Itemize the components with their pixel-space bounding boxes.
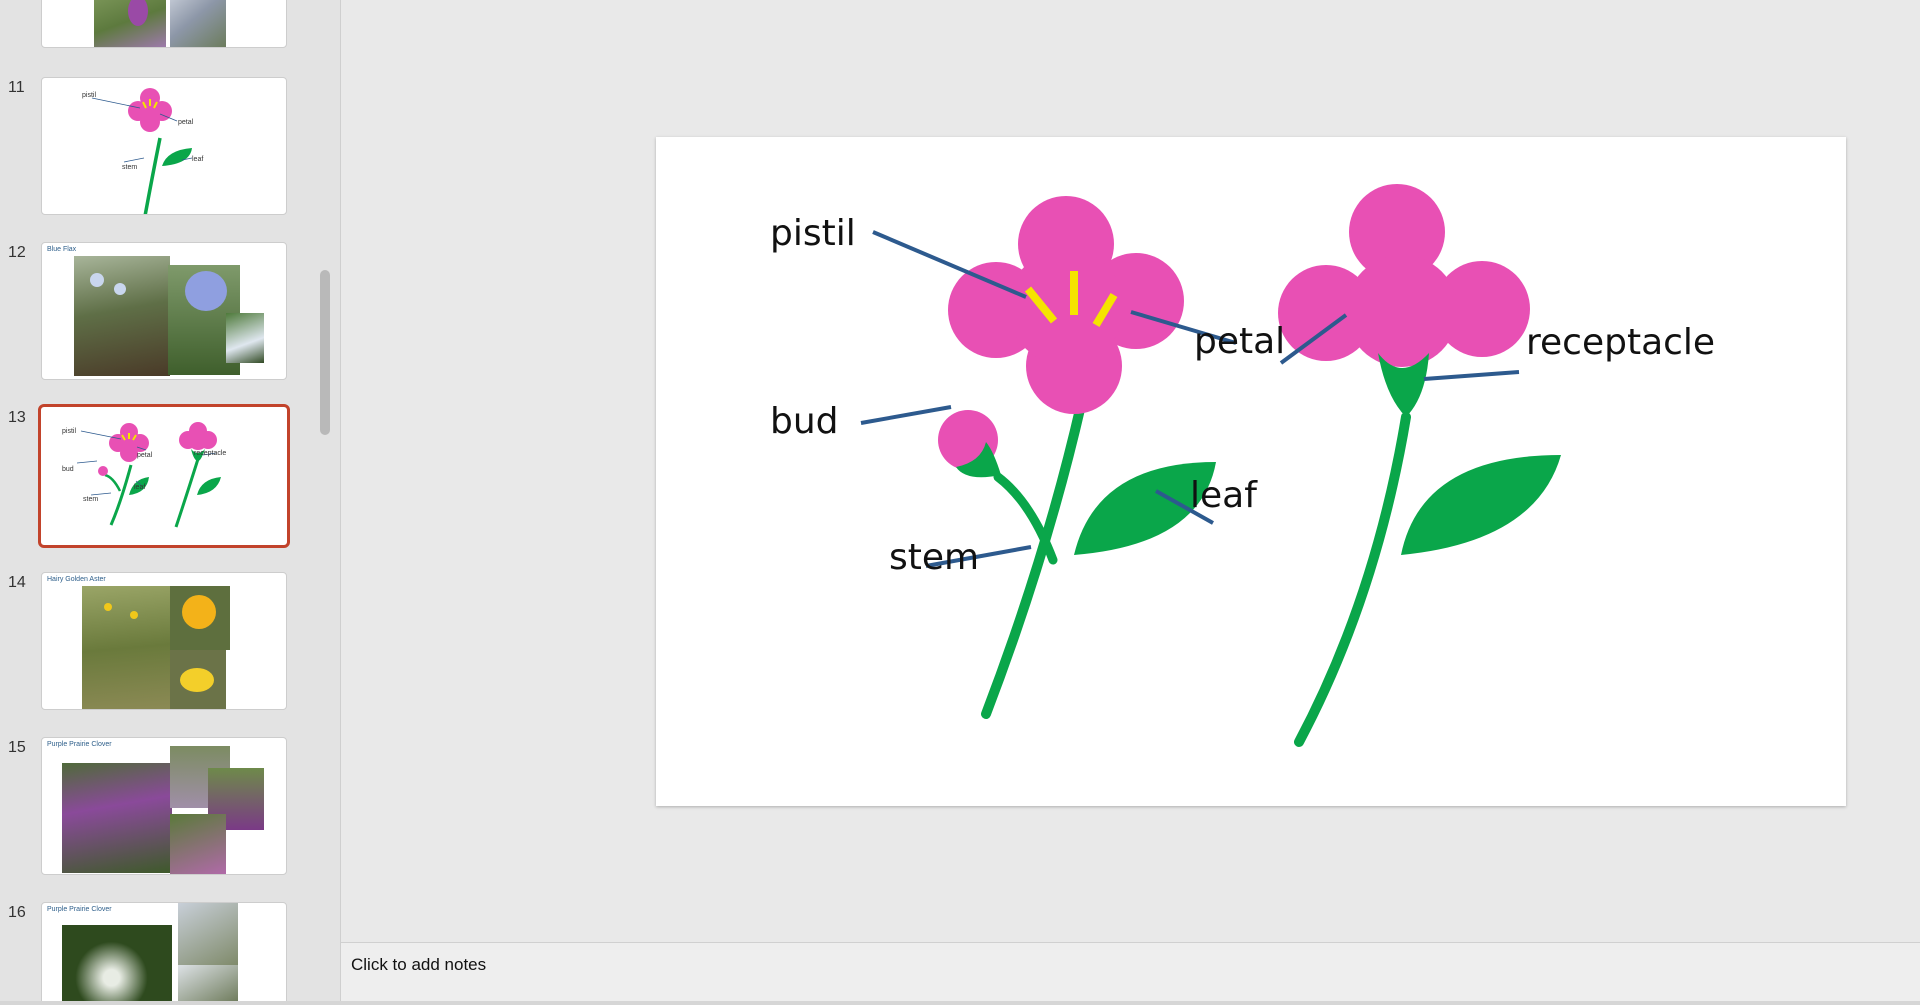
slide-canvas[interactable]: pistil petal receptacle bud leaf stem <box>656 137 1846 806</box>
label-stem: stem <box>889 537 979 578</box>
label-receptacle: receptacle <box>1526 322 1715 363</box>
thumbnail-photo <box>90 273 104 287</box>
thumbnail-photo <box>170 0 226 47</box>
thumbnail-photo <box>170 814 226 874</box>
slide-number: 15 <box>8 739 26 756</box>
svg-text:pistil: pistil <box>82 92 96 99</box>
svg-text:bud: bud <box>62 466 74 473</box>
thumbnail-photo <box>114 283 126 295</box>
sidebar-scrollbar-thumb[interactable] <box>320 270 330 435</box>
thumbnail-title: Purple Prairie Clover <box>47 906 112 913</box>
thumbnail-photo <box>62 925 172 1005</box>
slide-number: 14 <box>8 574 26 591</box>
thumbnail-photo <box>226 313 264 363</box>
flower-head-shape <box>948 196 1184 414</box>
thumbnail-frame[interactable]: pistil petal stem leaf <box>41 77 287 215</box>
thumbnail-photo <box>185 271 227 311</box>
thumbnail-photo <box>178 965 238 1003</box>
thumbnail-frame[interactable]: Purple Prairie Clover <box>41 902 287 1005</box>
thumbnail-photo <box>82 586 172 709</box>
slide-thumbnail-16[interactable]: 16 Purple Prairie Clover <box>0 902 320 1005</box>
slide-number: 16 <box>8 904 26 921</box>
slide-number: 11 <box>8 79 25 96</box>
svg-text:receptacle: receptacle <box>194 450 226 457</box>
label-leaf: leaf <box>1190 475 1258 516</box>
svg-text:petal: petal <box>178 119 194 126</box>
svg-text:petal: petal <box>137 452 153 459</box>
thumbnail-frame[interactable]: Blue Flax <box>41 242 287 380</box>
flower-diagram-thumbnail: pistil petal stem leaf <box>82 88 203 214</box>
leaf-shape <box>1401 455 1561 555</box>
speaker-notes-pane[interactable]: Click to add notes <box>341 942 1920 1002</box>
thumbnail-frame[interactable]: Hairy Golden Aster <box>41 572 287 710</box>
svg-text:stem: stem <box>83 496 98 503</box>
stem-shape <box>981 400 1086 719</box>
thumbnail-title: Hairy Golden Aster <box>47 576 106 583</box>
thumbnail-title: Purple Prairie Clover <box>47 741 112 748</box>
thumbnail-frame-selected[interactable]: pistil petal receptacle bud leaf stem <box>38 404 290 548</box>
thumbnail-photo <box>62 763 172 873</box>
svg-text:leaf: leaf <box>192 156 203 163</box>
slide-thumbnail-10[interactable] <box>0 0 320 60</box>
thumbnail-title: Blue Flax <box>47 246 77 253</box>
notes-placeholder[interactable]: Click to add notes <box>351 955 486 975</box>
slide-thumbnail-15[interactable]: 15 Purple Prairie Clover <box>0 737 320 887</box>
flower-parts-diagram: pistil petal receptacle bud leaf stem <box>770 184 1715 747</box>
stem-shape <box>1294 412 1411 747</box>
slide-thumbnail-panel[interactable]: 11 pistil petal stem leaf 12 Blue Flax 1… <box>0 0 341 1005</box>
thumbnail-photo <box>130 611 138 619</box>
slide-thumbnail-11[interactable]: 11 pistil petal stem leaf <box>0 77 320 227</box>
thumbnail-photo <box>182 595 216 629</box>
label-pistil: pistil <box>770 213 856 254</box>
thumbnail-photo <box>180 668 214 692</box>
thumbnail-photo <box>104 603 112 611</box>
label-bud: bud <box>770 401 839 442</box>
thumbnail-frame[interactable]: Purple Prairie Clover <box>41 737 287 875</box>
svg-text:stem: stem <box>122 164 137 171</box>
flower-diagram-thumbnail: pistil petal receptacle bud leaf stem <box>62 422 226 528</box>
status-strip <box>0 1001 1920 1005</box>
slide-number: 12 <box>8 244 26 261</box>
label-petal: petal <box>1194 321 1285 362</box>
thumbnail-photo <box>74 256 170 376</box>
svg-text:leaf: leaf <box>134 484 145 491</box>
thumbnail-photo <box>178 903 238 965</box>
slide-number: 13 <box>8 409 26 426</box>
thumbnail-frame[interactable] <box>41 0 287 48</box>
slide-thumbnail-14[interactable]: 14 Hairy Golden Aster <box>0 572 320 722</box>
slide-thumbnail-12[interactable]: 12 Blue Flax <box>0 242 320 392</box>
svg-text:pistil: pistil <box>62 428 76 435</box>
slide-thumbnail-13[interactable]: 13 pistil petal receptacle bud leaf stem <box>0 404 320 557</box>
